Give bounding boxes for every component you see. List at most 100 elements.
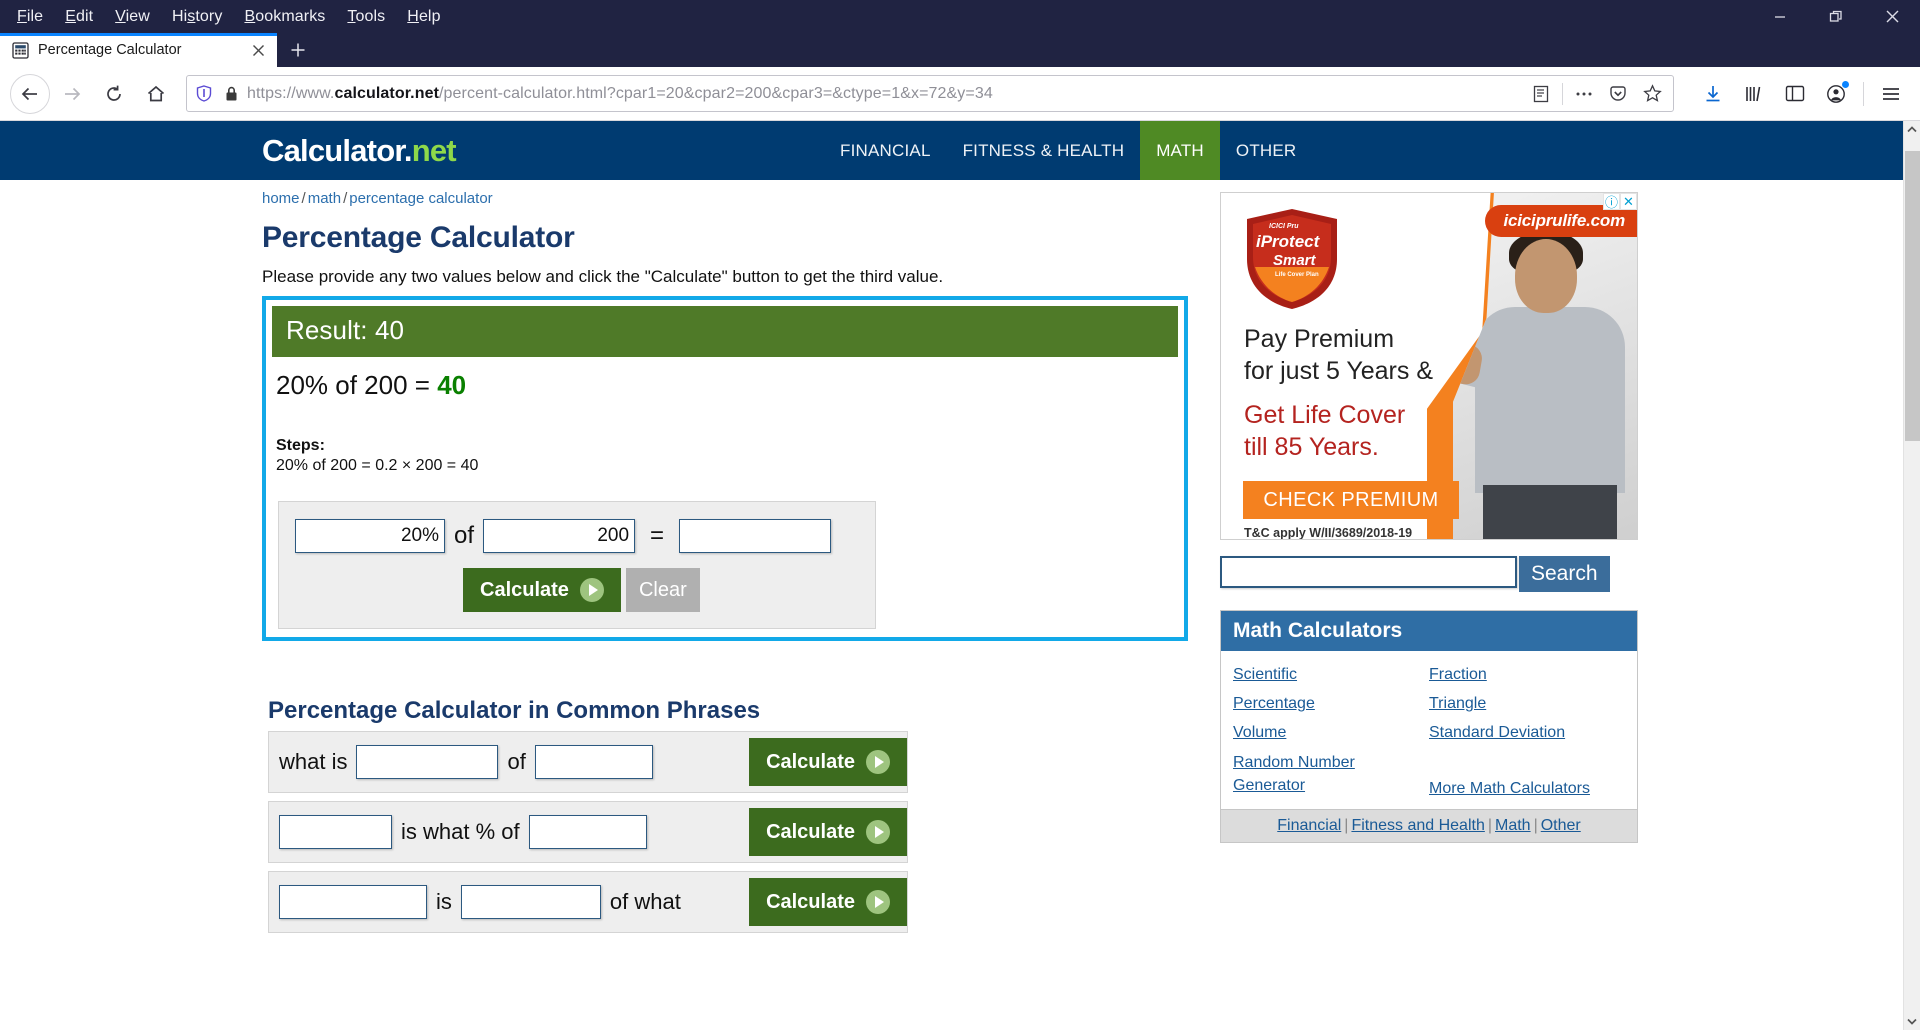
breadcrumb-sep: / xyxy=(301,190,306,207)
scrollbar-track[interactable] xyxy=(1904,138,1920,1013)
menu-edit[interactable]: Edit xyxy=(54,5,104,29)
menu-hamburger-icon[interactable] xyxy=(1872,75,1910,113)
close-icon[interactable]: ✕ xyxy=(1620,193,1637,210)
sidebar-icon[interactable] xyxy=(1776,75,1814,113)
ad-headline-4: till 85 Years. xyxy=(1244,433,1379,461)
account-icon[interactable] xyxy=(1817,75,1855,113)
svg-text:Life Cover Plan: Life Cover Plan xyxy=(1275,272,1319,278)
breadcrumb-sep-2: / xyxy=(343,190,348,207)
search-row: Search xyxy=(1220,556,1640,592)
math-calculators-title: Math Calculators xyxy=(1221,611,1637,651)
back-arrow-icon[interactable] xyxy=(10,73,50,114)
label-equals: = xyxy=(650,522,665,549)
address-bar[interactable]: https://www.calculator.net/percent-calcu… xyxy=(186,75,1674,112)
restore-icon[interactable] xyxy=(1808,0,1864,33)
breadcrumb: home / math / percentage calculator xyxy=(262,190,1220,213)
clear-button[interactable]: Clear xyxy=(625,568,700,612)
percent-input[interactable] xyxy=(295,519,445,553)
link-volume[interactable]: Volume xyxy=(1233,718,1429,747)
nav-math[interactable]: MATH xyxy=(1140,121,1220,180)
play-arrow-icon xyxy=(866,820,890,844)
play-arrow-icon xyxy=(866,750,890,774)
pocket-icon[interactable] xyxy=(1603,79,1633,109)
result-highlight-box: Result: 40 20% of 200 = 40 Steps: 20% of… xyxy=(262,296,1188,641)
menu-tools[interactable]: Tools xyxy=(336,5,396,29)
menu-bookmarks[interactable]: Bookmarks xyxy=(233,5,336,29)
menu-help[interactable]: Help xyxy=(396,5,451,29)
footer-link-financial[interactable]: Financial xyxy=(1274,817,1344,834)
common-phrases-title: Percentage Calculator in Common Phrases xyxy=(268,697,761,724)
link-fraction[interactable]: Fraction xyxy=(1429,660,1625,689)
calculator-panel: of = Calculate Clear xyxy=(278,501,876,629)
reload-icon[interactable] xyxy=(94,74,134,114)
calculate-button[interactable]: Calculate xyxy=(463,568,621,612)
breadcrumb-math[interactable]: math xyxy=(308,190,341,207)
link-standard-deviation[interactable]: Standard Deviation xyxy=(1429,718,1625,747)
phrase-2-of-input[interactable] xyxy=(528,815,647,849)
shield-icon[interactable] xyxy=(193,85,215,102)
menu-view[interactable]: View xyxy=(104,5,161,29)
menu-history[interactable]: History xyxy=(161,5,234,29)
search-button[interactable]: Search xyxy=(1519,556,1610,592)
nav-financial[interactable]: FINANCIAL xyxy=(824,121,947,180)
footer-link-other[interactable]: Other xyxy=(1538,817,1584,834)
svg-text:Smart: Smart xyxy=(1273,252,1317,269)
url-prefix: https://www. xyxy=(247,84,335,102)
phrase-1-calculate-label: Calculate xyxy=(766,750,855,773)
phrase-2-calculate-button[interactable]: Calculate xyxy=(749,808,907,856)
link-more-math-calculators[interactable]: More Math Calculators xyxy=(1429,774,1625,803)
link-scientific[interactable]: Scientific xyxy=(1233,660,1429,689)
scrollbar-thumb[interactable] xyxy=(1905,151,1920,441)
result-input[interactable] xyxy=(679,519,832,553)
phrase-1-pre: what is xyxy=(279,749,348,774)
divider xyxy=(1562,82,1563,105)
link-triangle[interactable]: Triangle xyxy=(1429,689,1625,718)
links-column-right: Fraction Triangle Standard Deviation Mor… xyxy=(1429,660,1625,803)
phrase-1-calculate-button[interactable]: Calculate xyxy=(749,738,907,786)
nav-fitness-health[interactable]: FITNESS & HEALTH xyxy=(947,121,1141,180)
home-icon[interactable] xyxy=(136,74,176,114)
nav-other[interactable]: OTHER xyxy=(1220,121,1313,180)
phrase-1-of-input[interactable] xyxy=(534,745,653,779)
bookmark-star-icon[interactable] xyxy=(1637,79,1667,109)
vertical-scrollbar[interactable] xyxy=(1903,121,1920,1030)
link-random-number-generator[interactable]: Random Number Generator xyxy=(1233,748,1429,800)
ad-cta-button[interactable]: CHECK PREMIUM xyxy=(1243,481,1459,519)
search-input[interactable] xyxy=(1220,556,1517,588)
url-domain: calculator.net xyxy=(334,84,440,102)
breadcrumb-home[interactable]: home xyxy=(262,190,300,207)
footer-link-math[interactable]: Math xyxy=(1492,817,1534,834)
scroll-down-icon[interactable] xyxy=(1904,1013,1920,1030)
site-logo[interactable]: Calculator.net xyxy=(262,133,457,169)
info-icon[interactable]: ⓘ xyxy=(1603,193,1620,210)
math-calculators-footer: Financial | Fitness and Health | Math | Other xyxy=(1221,808,1637,842)
downloads-icon[interactable] xyxy=(1694,75,1732,113)
library-icon[interactable] xyxy=(1735,75,1773,113)
calculator-input-row: of = xyxy=(295,519,859,553)
phrase-1-percent-input[interactable] xyxy=(356,745,499,779)
ad-person-body xyxy=(1475,307,1625,493)
math-calculators-box: Math Calculators Scientific Percentage V… xyxy=(1220,610,1638,843)
link-percentage[interactable]: Percentage xyxy=(1233,689,1429,718)
phrase-3-value-input[interactable] xyxy=(279,885,427,919)
new-tab-button[interactable] xyxy=(277,33,319,67)
ad-photo xyxy=(1453,193,1637,539)
phrase-3-calculate-button[interactable]: Calculate xyxy=(749,878,907,926)
footer-link-fitness-health[interactable]: Fitness and Health xyxy=(1348,817,1487,834)
forward-arrow-icon[interactable] xyxy=(52,74,92,114)
advertisement[interactable]: iciciprulife.com ⓘ ✕ ICICI Pru iProtect … xyxy=(1220,192,1638,540)
close-icon[interactable] xyxy=(247,39,269,61)
menu-file[interactable]: File xyxy=(6,5,54,29)
scroll-up-icon[interactable] xyxy=(1904,121,1920,138)
base-value-input[interactable] xyxy=(483,519,636,553)
minimize-icon[interactable] xyxy=(1752,0,1808,33)
phrase-2-value-input[interactable] xyxy=(279,815,392,849)
browser-tab[interactable]: Percentage Calculator xyxy=(0,33,277,67)
math-calculators-links: Scientific Percentage Volume Random Numb… xyxy=(1221,651,1637,809)
breadcrumb-current[interactable]: percentage calculator xyxy=(349,190,492,207)
phrase-3-percent-input[interactable] xyxy=(460,885,601,919)
close-icon[interactable] xyxy=(1864,0,1920,33)
reader-view-icon[interactable] xyxy=(1526,79,1556,109)
page-actions-icon[interactable] xyxy=(1569,79,1599,109)
url-text[interactable]: https://www.calculator.net/percent-calcu… xyxy=(247,85,1520,103)
